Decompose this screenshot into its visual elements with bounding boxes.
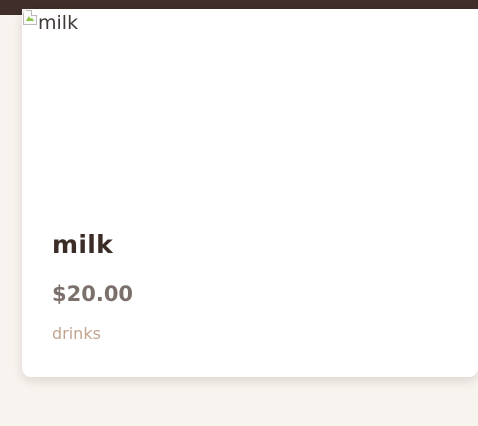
- product-name: milk: [52, 230, 114, 259]
- broken-image-icon: [23, 10, 37, 25]
- header-edge: [0, 9, 22, 15]
- product-price: $20.00: [52, 282, 134, 306]
- top-header-bar: [0, 0, 478, 9]
- product-image-alt-text: milk: [38, 12, 79, 34]
- product-category: drinks: [52, 324, 101, 343]
- product-card[interactable]: milk milk $20.00 drinks: [22, 9, 478, 377]
- product-image: milk: [22, 9, 478, 197]
